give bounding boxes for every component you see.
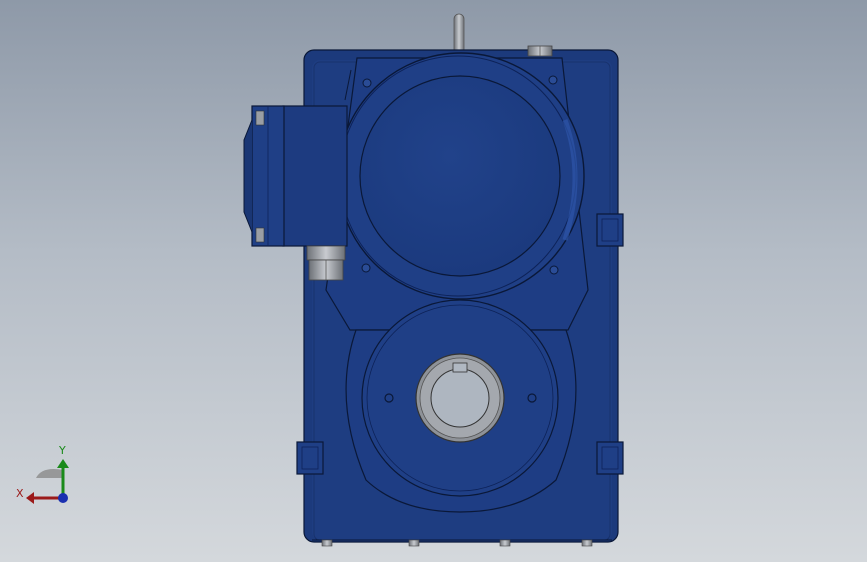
top-nut: [527, 45, 553, 57]
motor-flange-cover: [337, 52, 585, 300]
coordinate-triad: [26, 459, 69, 504]
input-shaft-housing: [243, 105, 348, 247]
gearbox-model[interactable]: [0, 0, 867, 562]
side-nut: [306, 245, 346, 281]
lifting-eye-bolt: [453, 13, 465, 55]
triad-plane-indicator: [36, 469, 63, 478]
y-axis-label: Y: [59, 444, 66, 457]
hollow-output-shaft: [415, 353, 505, 443]
x-axis-label: X: [16, 487, 24, 500]
cad-viewport[interactable]: Y X: [0, 0, 867, 562]
z-axis-dot: [58, 493, 68, 503]
